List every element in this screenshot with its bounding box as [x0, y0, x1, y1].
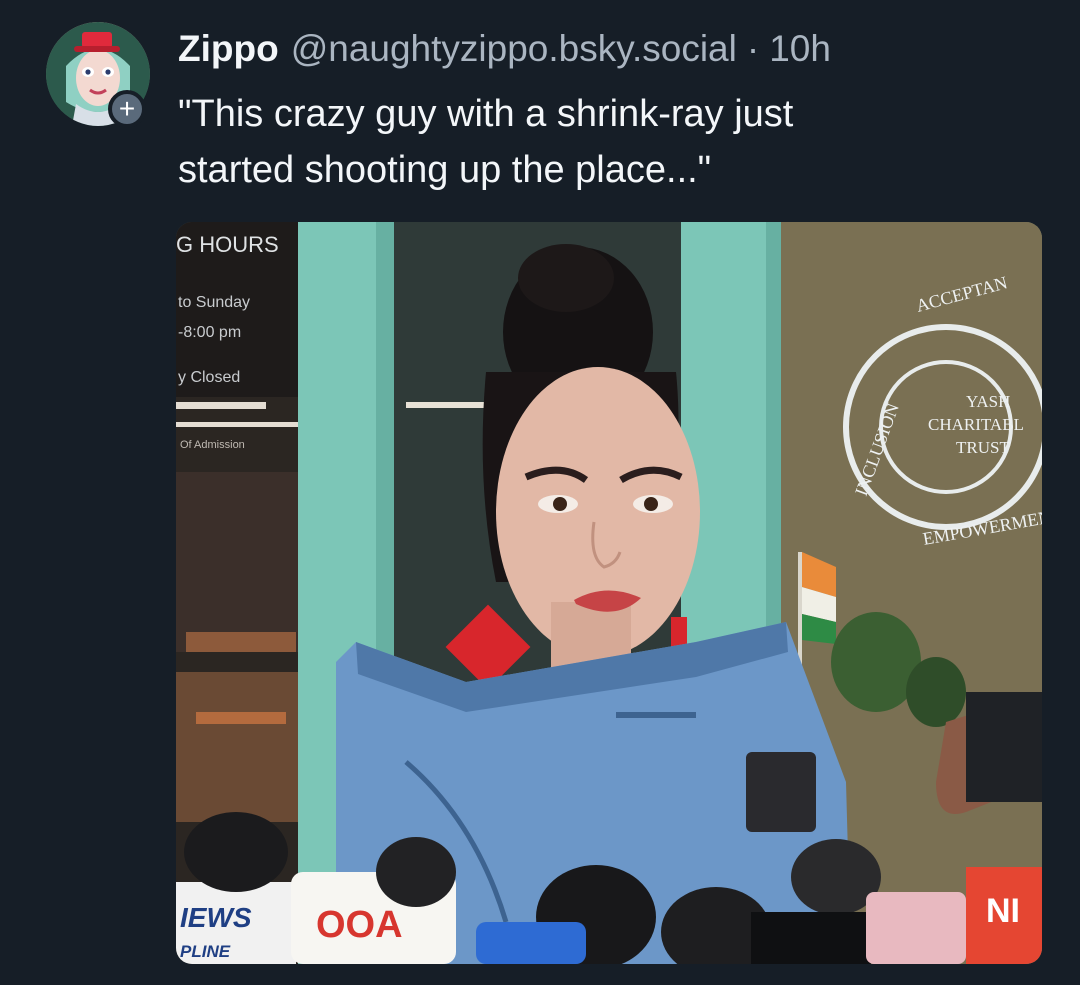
- author-avatar-wrap[interactable]: +: [46, 22, 150, 128]
- mic-center-label: OOA: [316, 904, 403, 946]
- sign-hours-title: G HOURS: [176, 232, 279, 257]
- post-header: Zippo @naughtyzippo.bsky.social · 10h: [178, 28, 831, 78]
- window-center-line-1: YASH: [966, 392, 1010, 411]
- window-center-line-3: TRUST: [956, 438, 1010, 457]
- sign-line-3: y Closed: [178, 369, 240, 386]
- window-center-line-2: CHARITABL: [928, 415, 1024, 434]
- header-separator: ·: [746, 28, 760, 69]
- sign-line-1: to Sunday: [178, 294, 250, 311]
- mic-right-label: NI: [986, 892, 1020, 930]
- mic-news-bottom: PLINE: [180, 942, 231, 961]
- post-text: "This crazy guy with a shrink-ray just s…: [178, 93, 794, 191]
- post-media-image[interactable]: G HOURS to Sunday -8:00 pm y Closed Of A…: [176, 222, 1042, 964]
- post-timestamp[interactable]: 10h: [769, 28, 831, 70]
- author-handle[interactable]: @naughtyzippo.bsky.social: [291, 28, 737, 70]
- media-photo: G HOURS to Sunday -8:00 pm y Closed Of A…: [176, 222, 1042, 964]
- sign-line-2: -8:00 pm: [178, 324, 241, 341]
- follow-plus-icon[interactable]: +: [108, 90, 146, 128]
- sign-line-4: Of Admission: [180, 439, 245, 451]
- mic-news-top: IEWS: [180, 902, 252, 933]
- author-name[interactable]: Zippo: [178, 28, 279, 70]
